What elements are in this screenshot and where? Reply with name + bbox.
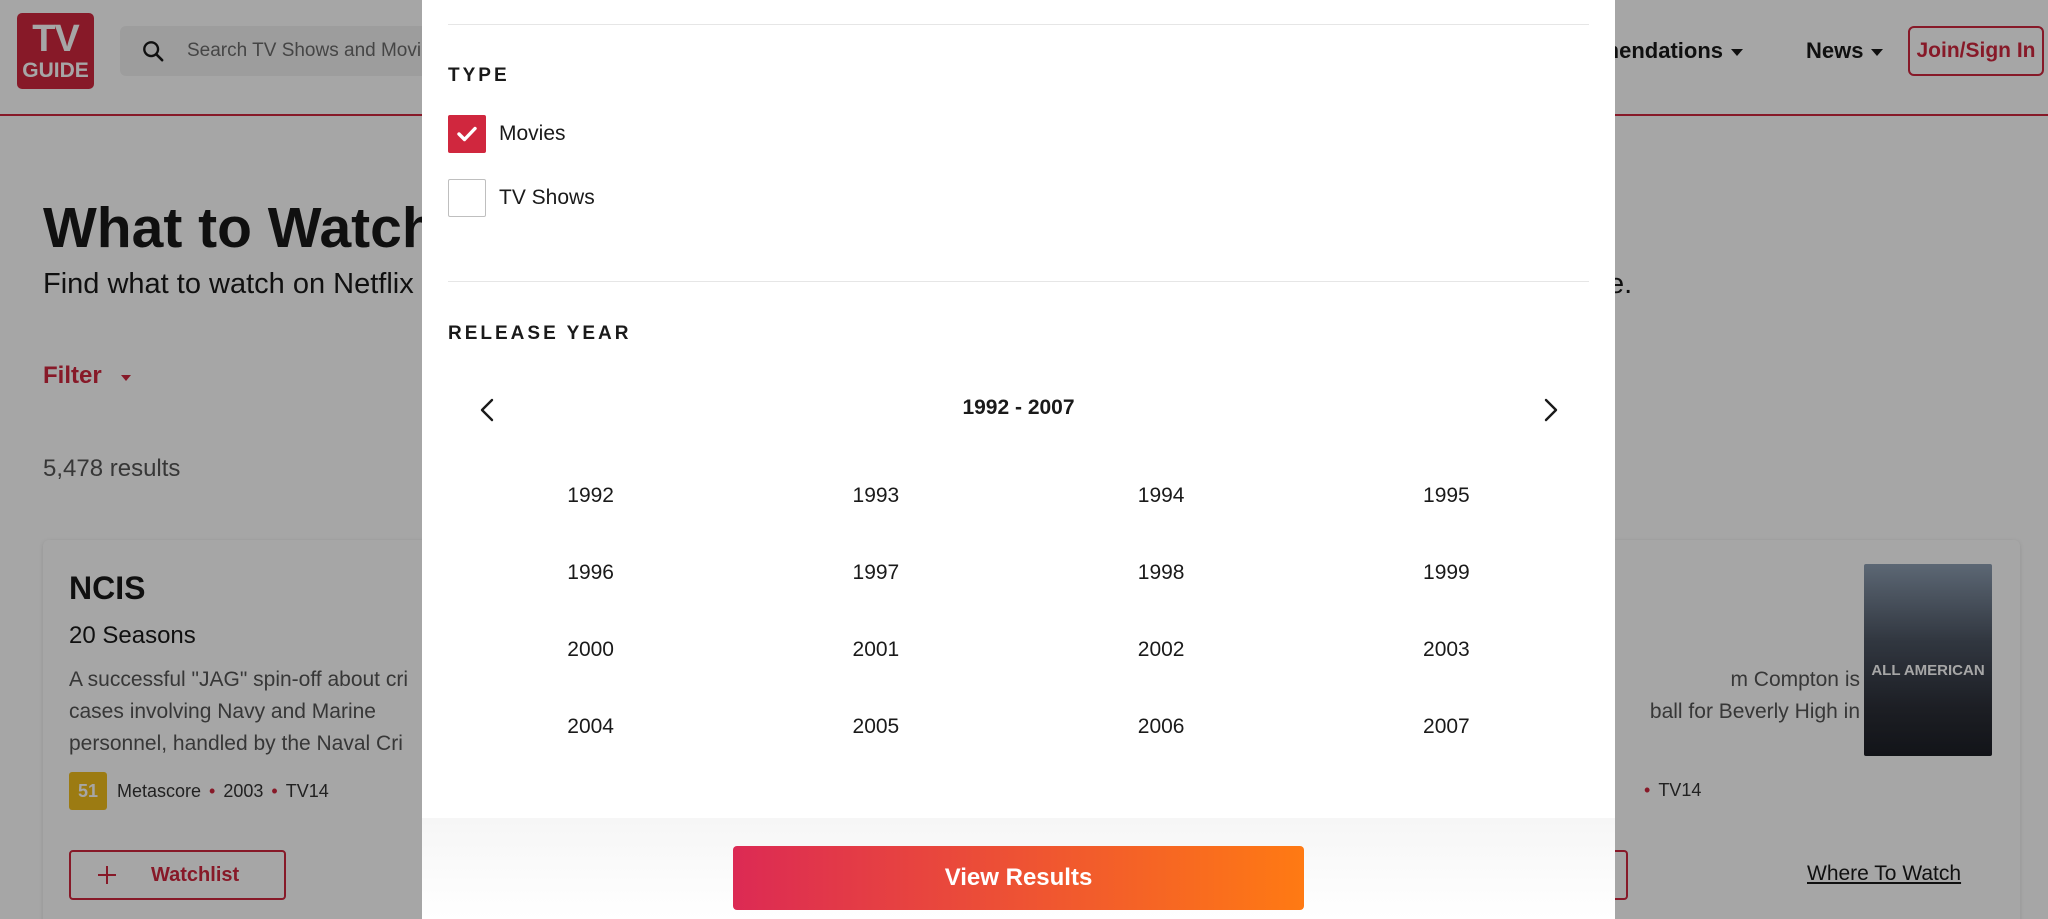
tv-shows-label: TV Shows (499, 186, 595, 209)
year-option[interactable]: 2002 (1019, 611, 1304, 688)
year-option[interactable]: 2006 (1019, 688, 1304, 765)
year-option[interactable]: 1996 (448, 534, 733, 611)
year-option[interactable]: 1992 (448, 457, 733, 534)
year-option[interactable]: 2007 (1304, 688, 1589, 765)
type-heading: TYPE (448, 65, 510, 86)
year-option[interactable]: 1998 (1019, 534, 1304, 611)
year-range-label: 1992 - 2007 (962, 396, 1075, 419)
year-option[interactable]: 2005 (733, 688, 1018, 765)
year-option[interactable]: 1997 (733, 534, 1018, 611)
year-option[interactable]: 2001 (733, 611, 1018, 688)
filter-modal: TYPE Movies TV Shows RELEASE YEAR 1992 -… (422, 0, 1615, 919)
year-option[interactable]: 2004 (448, 688, 733, 765)
type-option-movies[interactable]: Movies (448, 114, 566, 154)
view-results-button[interactable]: View Results (733, 846, 1304, 910)
year-option[interactable]: 2003 (1304, 611, 1589, 688)
divider (448, 281, 1589, 282)
type-option-tv-shows[interactable]: TV Shows (448, 178, 595, 218)
year-option[interactable]: 1994 (1019, 457, 1304, 534)
movies-checkbox[interactable] (448, 115, 486, 153)
divider (448, 24, 1589, 25)
movies-label: Movies (499, 122, 566, 145)
release-year-heading: RELEASE YEAR (448, 323, 632, 344)
year-option[interactable]: 1999 (1304, 534, 1589, 611)
year-option[interactable]: 1995 (1304, 457, 1589, 534)
year-option[interactable]: 1993 (733, 457, 1018, 534)
year-grid: 1992 1993 1994 1995 1996 1997 1998 1999 … (448, 457, 1589, 765)
tv-shows-checkbox[interactable] (448, 179, 486, 217)
check-icon (457, 126, 477, 142)
year-option[interactable]: 2000 (448, 611, 733, 688)
chevron-right-icon[interactable] (1528, 388, 1572, 432)
